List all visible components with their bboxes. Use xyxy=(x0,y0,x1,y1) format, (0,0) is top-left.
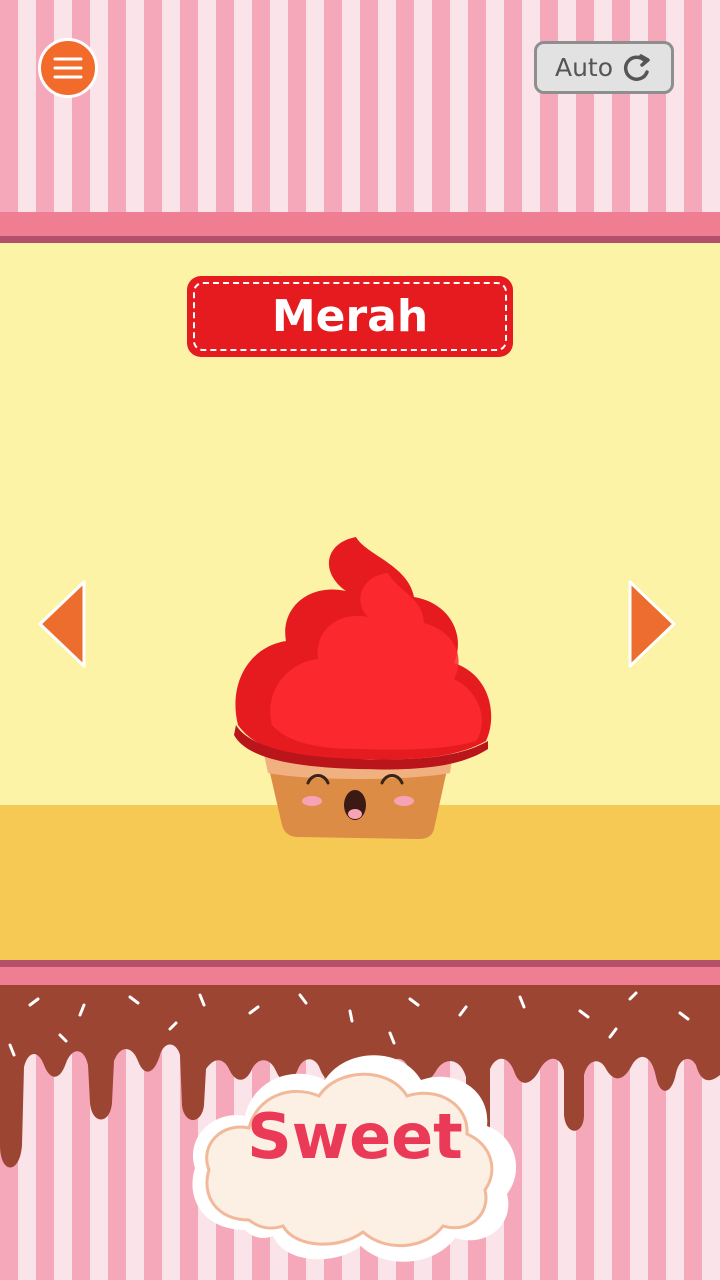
next-arrow-button[interactable] xyxy=(626,578,678,670)
brand-title: Sweet xyxy=(247,1100,463,1173)
red-cupcake-illustration xyxy=(234,537,492,839)
color-title-plate: Merah xyxy=(187,276,513,357)
top-band-shadow xyxy=(0,236,720,243)
auto-label: Auto xyxy=(554,53,614,82)
top-pink-band xyxy=(0,212,720,236)
top-striped-background xyxy=(0,0,720,212)
auto-play-button[interactable]: Auto xyxy=(534,41,674,94)
previous-arrow-button[interactable] xyxy=(36,578,88,670)
color-title-border: Merah xyxy=(193,282,507,351)
bottom-band-shadow xyxy=(0,960,720,967)
hamburger-menu-icon xyxy=(53,57,83,79)
refresh-icon xyxy=(623,53,650,81)
menu-button[interactable] xyxy=(38,38,98,98)
color-name-title: Merah xyxy=(271,291,429,342)
